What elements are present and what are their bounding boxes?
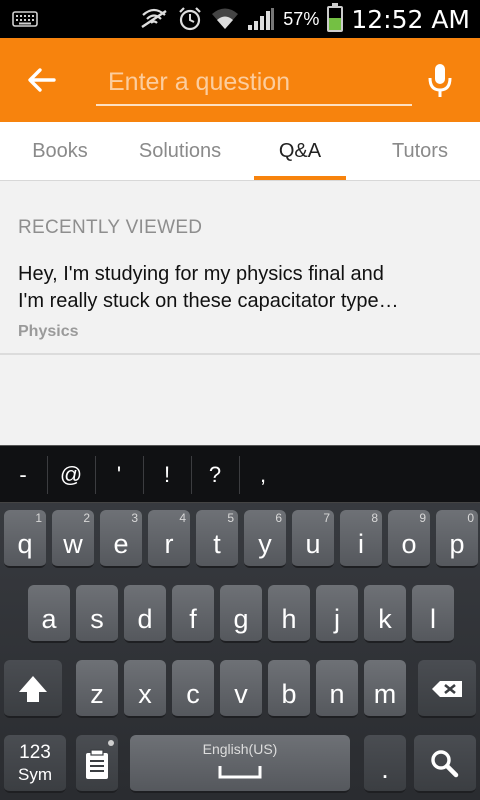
soft-keyboard: - @ ' ! ? , 1q 2w 3e 4r 5t 6y 7u 8i 9o 0… [0,445,480,800]
question-preview-line1: Hey, I'm studying for my physics final a… [18,263,384,285]
key-b[interactable]: b [268,660,310,718]
backspace-icon [432,681,462,697]
suggestion-exclamation[interactable]: ! [144,446,190,504]
question-preview-line2: I'm really stuck on these capacitator ty… [18,290,399,312]
key-a[interactable]: a [28,585,70,643]
wifi-icon [212,8,239,29]
key-u[interactable]: 7u [292,510,334,568]
clipboard-key[interactable] [76,735,118,793]
key-q[interactable]: 1q [4,510,46,568]
key-e[interactable]: 3e [100,510,142,568]
search-key[interactable] [414,735,476,793]
question-preview: Hey, I'm studying for my physics final a… [18,261,468,315]
key-m[interactable]: m [364,660,406,718]
key-n[interactable]: n [316,660,358,718]
backspace-key[interactable] [418,660,476,718]
key-g[interactable]: g [220,585,262,643]
section-title: RECENTLY VIEWED [18,217,203,238]
key-c[interactable]: c [172,660,214,718]
battery-percent: 57% [283,8,320,29]
microphone-icon[interactable] [424,60,456,100]
key-l[interactable]: l [412,585,454,643]
symbol-suggestion-bar: - @ ' ! ? , [0,445,480,503]
suggestion-question[interactable]: ? [192,446,238,504]
key-k[interactable]: k [364,585,406,643]
tab-tutors[interactable]: Tutors [360,122,480,180]
tab-qa[interactable]: Q&A [240,122,360,180]
key-i[interactable]: 8i [340,510,382,568]
key-v[interactable]: v [220,660,262,718]
battery-icon [327,3,344,32]
key-t[interactable]: 5t [196,510,238,568]
cellular-signal-icon [248,8,275,30]
clock-time: 12:52 AM [351,4,470,34]
tab-books[interactable]: Books [0,122,120,180]
space-key[interactable]: English(US) [130,735,350,793]
status-bar: 57% 12:52 AM [0,0,480,38]
question-search-input[interactable] [96,60,412,106]
search-icon [431,750,459,778]
key-w[interactable]: 2w [52,510,94,568]
key-j[interactable]: j [316,585,358,643]
key-z[interactable]: z [76,660,118,718]
subject-label: Physics [18,323,79,340]
space-bar-icon [218,766,262,779]
key-h[interactable]: h [268,585,310,643]
arrow-left-icon[interactable] [24,62,60,98]
shift-key[interactable] [4,660,62,718]
symbols-key[interactable]: 123 Sym [4,735,66,793]
key-p[interactable]: 0p [436,510,478,568]
signal-blocked-icon [141,8,167,29]
suggestion-at[interactable]: @ [48,446,94,504]
recently-viewed-section: RECENTLY VIEWED Hey, I'm studying for my… [0,181,480,445]
keyboard-language: English(US) [202,741,278,757]
suggestion-comma[interactable]: , [240,446,286,504]
key-d[interactable]: d [124,585,166,643]
key-o[interactable]: 9o [388,510,430,568]
period-key[interactable]: . [364,735,406,793]
app-bar [0,38,480,122]
tab-solutions[interactable]: Solutions [120,122,240,180]
key-x[interactable]: x [124,660,166,718]
shift-arrow-icon [19,676,47,702]
key-r[interactable]: 4r [148,510,190,568]
alarm-icon [179,7,202,31]
tab-bar: Books Solutions Q&A Tutors [0,122,480,181]
suggestion-dash[interactable]: - [0,446,46,504]
key-f[interactable]: f [172,585,214,643]
key-y[interactable]: 6y [244,510,286,568]
clipboard-icon [86,740,114,779]
recent-question-item[interactable]: Hey, I'm studying for my physics final a… [0,253,480,355]
key-s[interactable]: s [76,585,118,643]
keyboard-icon [12,11,38,27]
suggestion-apostrophe[interactable]: ' [96,446,142,504]
